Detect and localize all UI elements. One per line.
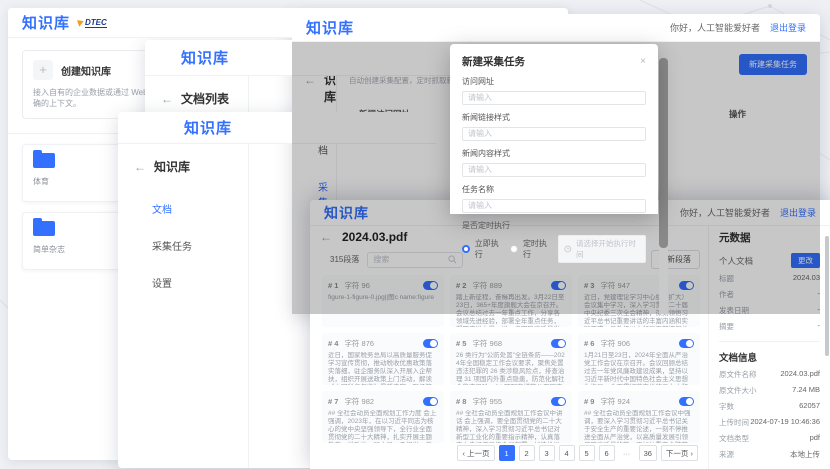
page-button-1[interactable]: 1 [499, 445, 515, 461]
segment-index: # 9 [584, 397, 594, 406]
user-greeting: 你好，人工智能爱好者 [670, 21, 760, 34]
info-value: 2024-07-19 10:46:36 [750, 417, 820, 428]
page-button-36[interactable]: 36 [639, 445, 657, 461]
plus-icon: + [33, 60, 53, 80]
segment-text: ## 全社会动员全面规划工作力度 会上强调，2023年，在以习近平同志为核心的党… [328, 410, 438, 443]
divider [248, 144, 249, 468]
segment-toggle[interactable] [551, 339, 566, 348]
info-value: 62057 [799, 401, 820, 412]
close-icon[interactable]: × [640, 56, 646, 67]
start-time-placeholder: 请选择开始执行时间 [576, 238, 640, 260]
radio-run-now-label: 立即执行 [475, 238, 505, 260]
segment-toggle[interactable] [679, 397, 694, 406]
app-logo: 知识库 [181, 47, 229, 68]
create-kb-title: 创建知识库 [61, 63, 111, 78]
segment-index: # 6 [584, 339, 594, 348]
field-label-content-style: 新闻内容样式 [462, 148, 646, 159]
segment-toggle[interactable] [423, 339, 438, 348]
scrollbar[interactable] [659, 58, 668, 314]
segment-toggle[interactable] [551, 397, 566, 406]
folder-icon [33, 221, 55, 236]
info-label: 来源 [719, 449, 734, 460]
link-style-input[interactable] [462, 127, 646, 141]
segment-text: 26 类行为“公防处置”全链条防——2024年全国稳定工作会议要求，聚焦处置违法… [456, 352, 566, 385]
info-label: 字数 [719, 401, 734, 412]
meta-value: - [818, 321, 821, 332]
segment-text: 1月21日至23日，2024年全面从严治党工作会议在京召开。会议回顾总结过去一年… [584, 352, 694, 385]
url-input[interactable] [462, 91, 646, 105]
segment-toggle[interactable] [679, 339, 694, 348]
page-ellipsis[interactable]: ··· [619, 445, 635, 461]
page-button-2[interactable]: 2 [519, 445, 535, 461]
segment-char-count: 字符 982 [344, 396, 374, 407]
clock-icon [564, 245, 572, 253]
radio-run-timed-label: 定时执行 [523, 238, 553, 260]
back-arrow-icon[interactable]: ← [134, 160, 146, 174]
info-label: 上传时间 [719, 417, 749, 428]
kb-card-name: 简单杂志 [33, 244, 125, 255]
content-style-input[interactable] [462, 163, 646, 177]
brand-logo: DTEC [78, 18, 107, 28]
page-button-4[interactable]: 4 [559, 445, 575, 461]
segment-text: 近日，国家税务总局以高质量服务促学习宣传贯彻，推动税收优惠政策落实落细，驻企服务… [328, 352, 438, 385]
pagination: ‹ 上一页 1 2 3 4 5 6 ··· 36 下一页 › [457, 445, 698, 461]
info-label: 原文件名称 [719, 369, 757, 380]
segment-card[interactable]: # 5 字符 968 26 类行为“公防处置”全链条防——2024年全国稳定工作会议… [450, 333, 572, 385]
desktop: 知识库 DTEC + 创建知识库 接入自有的企业数据或通过 Webhook 等方… [0, 0, 830, 469]
prev-page-button[interactable]: ‹ 上一页 [457, 445, 494, 461]
segment-index: # 8 [456, 397, 466, 406]
folder-icon [33, 153, 55, 168]
field-label-url: 访问网址 [462, 76, 646, 87]
segment-card[interactable]: # 6 字符 906 1月21日至23日，2024年全面从严治党工作会议在京召开。会… [578, 333, 700, 385]
app-logo: 知识库 [306, 17, 354, 38]
app-logo: 知识库 [22, 12, 70, 33]
scrollbar[interactable] [825, 236, 829, 356]
segment-toggle[interactable] [423, 397, 438, 406]
info-label: 原文件大小 [719, 385, 757, 396]
segment-index: # 5 [456, 339, 466, 348]
meta-label: 摘要 [719, 321, 734, 332]
schedule-label: 是否定时执行 [462, 220, 646, 231]
segment-index: # 4 [328, 339, 338, 348]
radio-run-timed[interactable] [510, 245, 518, 253]
kb-back-label: 知识库 [154, 158, 190, 175]
kb-card-name: 体育 [33, 176, 125, 187]
segment-char-count: 字符 968 [472, 338, 502, 349]
new-task-modal: 新建采集任务 × 访问网址 新闻链接样式 新闻内容样式 任务名称 是否定时执行 … [450, 44, 658, 214]
segment-card[interactable]: # 8 字符 955 ## 全社会动员全面规划工作会议中讲话 会上强调，要全面贯彻党… [450, 391, 572, 443]
back-arrow-icon[interactable]: ← [161, 92, 173, 106]
task-name-input[interactable] [462, 199, 646, 213]
segment-card[interactable]: # 7 字符 982 ## 全社会动员全面规划工作力度 会上强调，2023年，在以习… [322, 391, 444, 443]
doc-info-heading: 文档信息 [719, 350, 820, 364]
page-button-6[interactable]: 6 [599, 445, 615, 461]
segment-char-count: 字符 876 [344, 338, 374, 349]
field-label-task-name: 任务名称 [462, 184, 646, 195]
segment-card[interactable]: # 9 字符 924 ## 全社会动员全面规划工作会议中强调，要深入学习贯彻习近平总… [578, 391, 700, 443]
segment-index: # 7 [328, 397, 338, 406]
app-header: 知识库 你好，人工智能爱好者 退出登录 [292, 14, 820, 42]
next-page-button[interactable]: 下一页 › [661, 445, 698, 461]
field-label-link-style: 新闻链接样式 [462, 112, 646, 123]
segment-char-count: 字符 955 [472, 396, 502, 407]
page-button-5[interactable]: 5 [579, 445, 595, 461]
info-value: 7.24 MB [792, 385, 820, 396]
segment-char-count: 字符 924 [600, 396, 630, 407]
divider [719, 341, 820, 342]
info-label: 文档类型 [719, 433, 749, 444]
info-value: 2024.03.pdf [780, 369, 820, 380]
app-logo: 知识库 [184, 117, 232, 138]
info-value: pdf [810, 433, 820, 444]
segment-char-count: 字符 906 [600, 338, 630, 349]
radio-run-now[interactable] [462, 245, 470, 253]
segment-card[interactable]: # 4 字符 876 近日，国家税务总局以高质量服务促学习宣传贯彻，推动税收优惠政策… [322, 333, 444, 385]
modal-title: 新建采集任务 [462, 54, 525, 69]
start-time-picker[interactable]: 请选择开始执行时间 [558, 235, 646, 263]
page-button-3[interactable]: 3 [539, 445, 555, 461]
doc-list-title: 文档列表 [181, 90, 229, 107]
info-value: 本地上传 [790, 449, 820, 460]
brand-arrow-icon [77, 18, 85, 27]
logout-link[interactable]: 退出登录 [770, 21, 806, 34]
segment-text: ## 全社会动员全面规划工作会议中强调，要深入学习贯彻习近平总书记关于安全生产的… [584, 410, 694, 443]
segment-text: ## 全社会动员全面规划工作会议中讲话 会上强调，要全面贯彻党的二十大精神，深入… [456, 410, 566, 443]
